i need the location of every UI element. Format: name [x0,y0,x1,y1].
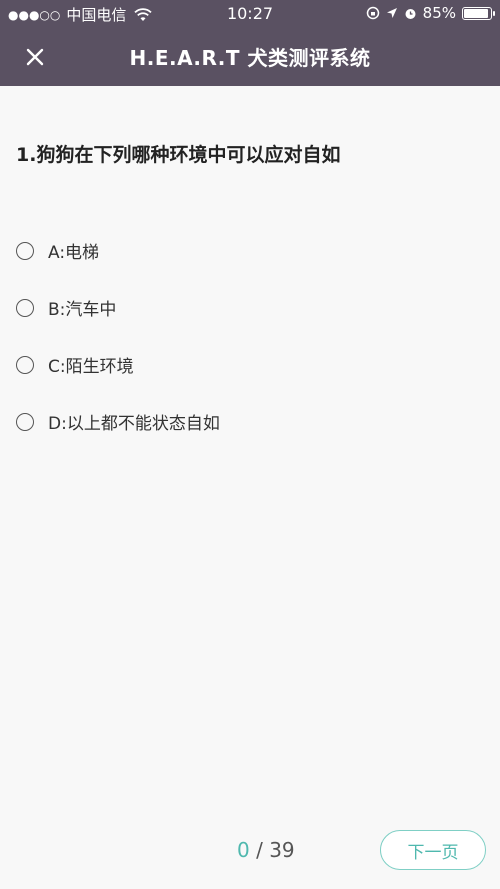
progress-indicator: 0 / 39 [237,838,295,862]
page-title: H.E.A.R.T 犬类测评系统 [129,46,371,70]
radio-button[interactable] [16,412,34,431]
option-b[interactable]: B:汽车中 [16,279,220,336]
option-d[interactable]: D:以上都不能状态自如 [16,393,220,450]
option-list: A:电梯 B:汽车中 C:陌生环境 D:以上都不能状态自如 [16,222,220,450]
progress-total: 39 [269,838,295,862]
option-label: B:汽车中 [48,300,117,320]
battery-icon [462,6,495,20]
progress-current: 0 [237,838,250,862]
radio-button[interactable] [16,241,34,260]
status-bar: ●●●○○ 中国电信 10:27 85% [0,0,500,28]
radio-button[interactable] [16,298,34,317]
nav-bar: H.E.A.R.T 犬类测评系统 [0,28,500,86]
status-right: 85% [366,4,495,22]
option-label: D:以上都不能状态自如 [48,414,220,434]
battery-percent: 85% [422,4,456,22]
progress-separator: / [249,838,270,862]
app-header: ●●●○○ 中国电信 10:27 85% H.E.A.R.T 犬类测评系统 [0,0,500,86]
next-page-button[interactable]: 下一页 [380,830,486,870]
option-a[interactable]: A:电梯 [16,222,220,279]
rotation-lock-icon [366,6,379,20]
option-label: A:电梯 [48,243,100,263]
option-c[interactable]: C:陌生环境 [16,336,220,393]
battery-fill [464,8,488,18]
option-label: C:陌生环境 [48,357,134,377]
question-text: 1.狗狗在下列哪种环境中可以应对自如 [16,144,341,166]
alarm-icon [405,8,416,19]
radio-button[interactable] [16,355,34,374]
location-icon [386,8,397,18]
